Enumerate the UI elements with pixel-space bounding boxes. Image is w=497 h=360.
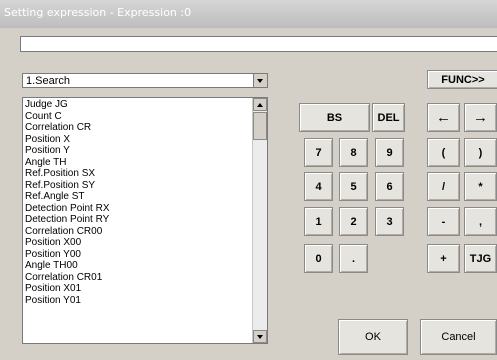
title-bar: Setting expression - Expression :0 bbox=[0, 0, 497, 28]
chevron-down-icon bbox=[257, 79, 263, 83]
category-dropdown[interactable]: 1.Search bbox=[22, 73, 268, 88]
list-item[interactable]: Correlation CR bbox=[25, 122, 251, 134]
expression-input[interactable] bbox=[20, 36, 497, 52]
list-item[interactable]: Position X00 bbox=[25, 237, 251, 249]
list-item[interactable]: Position Y bbox=[25, 145, 251, 157]
list-item[interactable]: Position Y01 bbox=[25, 295, 251, 307]
key-7[interactable]: 7 bbox=[304, 138, 333, 167]
window-title: Setting expression - Expression :0 bbox=[4, 6, 192, 19]
key-1[interactable]: 1 bbox=[304, 207, 333, 236]
key-9[interactable]: 9 bbox=[375, 138, 404, 167]
cancel-button[interactable]: Cancel bbox=[420, 319, 497, 355]
list-item[interactable]: Position Y00 bbox=[25, 249, 251, 261]
tjg-button[interactable]: TJG bbox=[464, 244, 497, 273]
scroll-down-button[interactable] bbox=[253, 330, 267, 343]
arrow-up-icon bbox=[257, 103, 263, 107]
arrow-down-icon bbox=[257, 335, 263, 339]
list-item[interactable]: Count C bbox=[25, 111, 251, 123]
list-item[interactable]: Position X bbox=[25, 134, 251, 146]
key-6[interactable]: 6 bbox=[375, 172, 404, 201]
ok-button[interactable]: OK bbox=[338, 319, 408, 355]
list-item[interactable]: Judge JG bbox=[25, 99, 251, 111]
list-item[interactable]: Ref.Angle ST bbox=[25, 191, 251, 203]
list-item[interactable]: Correlation CR01 bbox=[25, 272, 251, 284]
minus-button[interactable]: - bbox=[427, 207, 460, 236]
list-scrollbar[interactable] bbox=[252, 98, 267, 343]
list-item[interactable]: Angle TH00 bbox=[25, 260, 251, 272]
dropdown-arrow-button[interactable] bbox=[253, 74, 267, 87]
key-5[interactable]: 5 bbox=[339, 172, 368, 201]
key-dot[interactable]: . bbox=[339, 244, 368, 273]
list-item[interactable]: Correlation CR00 bbox=[25, 226, 251, 238]
list-item[interactable]: Detection Point RX bbox=[25, 203, 251, 215]
key-0[interactable]: 0 bbox=[304, 244, 333, 273]
category-selected: 1.Search bbox=[26, 75, 71, 87]
backspace-button[interactable]: BS bbox=[299, 103, 370, 132]
list-item[interactable]: Angle TH bbox=[25, 157, 251, 169]
key-3[interactable]: 3 bbox=[375, 207, 404, 236]
open-paren-button[interactable]: ( bbox=[427, 138, 460, 167]
scroll-thumb[interactable] bbox=[253, 112, 267, 140]
comma-button[interactable]: , bbox=[464, 207, 497, 236]
list-items: Judge JG Count C Correlation CR Position XP… bbox=[25, 99, 251, 306]
close-paren-button[interactable]: ) bbox=[464, 138, 497, 167]
key-4[interactable]: 4 bbox=[304, 172, 333, 201]
list-item[interactable]: Ref.Position SY bbox=[25, 180, 251, 192]
item-list[interactable]: Judge JG Count C Correlation CR Position XP… bbox=[22, 97, 268, 344]
scroll-up-button[interactable] bbox=[253, 98, 267, 111]
list-item[interactable]: Detection Point RY bbox=[25, 214, 251, 226]
cursor-left-button[interactable]: ← bbox=[427, 103, 460, 132]
delete-button[interactable]: DEL bbox=[372, 103, 405, 132]
divide-button[interactable]: / bbox=[427, 172, 460, 201]
key-8[interactable]: 8 bbox=[339, 138, 368, 167]
key-2[interactable]: 2 bbox=[339, 207, 368, 236]
plus-button[interactable]: + bbox=[427, 244, 460, 273]
func-button[interactable]: FUNC>> bbox=[427, 70, 497, 89]
list-item[interactable]: Position X01 bbox=[25, 283, 251, 295]
list-item[interactable]: Ref.Position SX bbox=[25, 168, 251, 180]
cursor-right-button[interactable]: → bbox=[464, 103, 497, 132]
multiply-button[interactable]: * bbox=[464, 172, 497, 201]
